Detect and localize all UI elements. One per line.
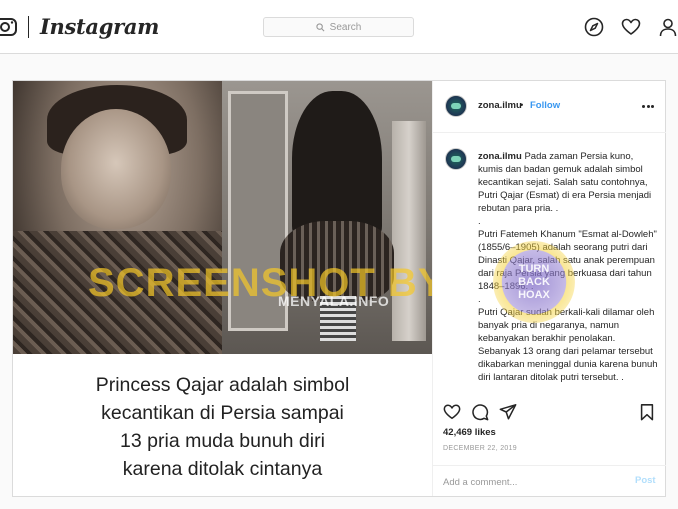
- image-caption-line: Princess Qajar adalah simbol: [95, 374, 350, 396]
- caption-avatar[interactable]: [445, 148, 467, 170]
- heart-icon[interactable]: [621, 17, 641, 37]
- separator-dot: •: [520, 100, 524, 111]
- search-placeholder: Search: [329, 21, 362, 33]
- bookmark-icon[interactable]: [638, 403, 656, 421]
- photo-cloak-shape: [292, 91, 382, 241]
- caption-paragraph-3: Putri Qajar sudah berkali-kali dilamar o…: [478, 307, 658, 383]
- post-comment-button[interactable]: Post: [635, 475, 656, 486]
- add-comment-bar: Post: [433, 465, 666, 496]
- photo-face-shape: [61, 109, 171, 229]
- post-username[interactable]: zona.ilmu: [478, 100, 522, 111]
- image-caption-line: karena ditolak cintanya: [122, 458, 323, 480]
- search-icon: [316, 22, 325, 31]
- caption-username[interactable]: zona.ilmu: [478, 151, 522, 162]
- post-header: zona.ilmu • Follow: [433, 81, 666, 133]
- stamp-text: TURN: [518, 262, 550, 275]
- portrait-photo-right: MENYALA.INFO: [222, 81, 432, 354]
- likes-count[interactable]: 42,469 likes: [443, 427, 496, 438]
- image-caption-line: kecantikan di Persia sampai: [101, 402, 344, 424]
- stamp-text: BACK: [518, 275, 550, 288]
- post-date[interactable]: DECEMBER 22, 2019: [443, 445, 517, 452]
- turn-back-hoax-stamp: TURN BACK HOAX: [493, 241, 575, 323]
- share-icon[interactable]: [499, 403, 517, 421]
- portrait-photo-left: [13, 81, 222, 354]
- image-caption: Princess Qajar adalah simbol kecantikan …: [13, 371, 432, 483]
- profile-icon[interactable]: [658, 17, 678, 37]
- stamp-text: HOAX: [518, 288, 550, 301]
- caption-comment: zona.ilmu Pada zaman Persia kuno, kumis …: [433, 133, 666, 393]
- like-heart-icon[interactable]: [443, 403, 461, 421]
- instagram-camera-icon[interactable]: [0, 18, 18, 36]
- caption-dot: .: [478, 216, 481, 227]
- more-options-icon[interactable]: [642, 105, 654, 109]
- post-image[interactable]: MENYALA.INFO SCREENSHOT BY Princess Qaja…: [13, 81, 432, 496]
- follow-button[interactable]: Follow: [530, 100, 560, 111]
- explore-icon[interactable]: [584, 17, 604, 37]
- comment-icon[interactable]: [471, 403, 489, 421]
- post-card: MENYALA.INFO SCREENSHOT BY Princess Qaja…: [12, 80, 666, 497]
- search-box[interactable]: Search: [263, 17, 414, 37]
- avatar[interactable]: [445, 95, 467, 117]
- post-side-panel: zona.ilmu • Follow zona.ilmu Pada zaman …: [432, 81, 666, 496]
- image-caption-line: 13 pria muda bunuh diri: [120, 430, 325, 452]
- add-comment-input[interactable]: [443, 475, 613, 489]
- photo-column-shape: [392, 121, 426, 341]
- logo-divider: [28, 16, 29, 38]
- instagram-wordmark[interactable]: Instagram: [40, 14, 159, 39]
- top-navigation-bar: Instagram Search: [0, 0, 678, 54]
- screenshot-watermark: SCREENSHOT BY: [88, 261, 432, 305]
- post-actions: [433, 399, 666, 427]
